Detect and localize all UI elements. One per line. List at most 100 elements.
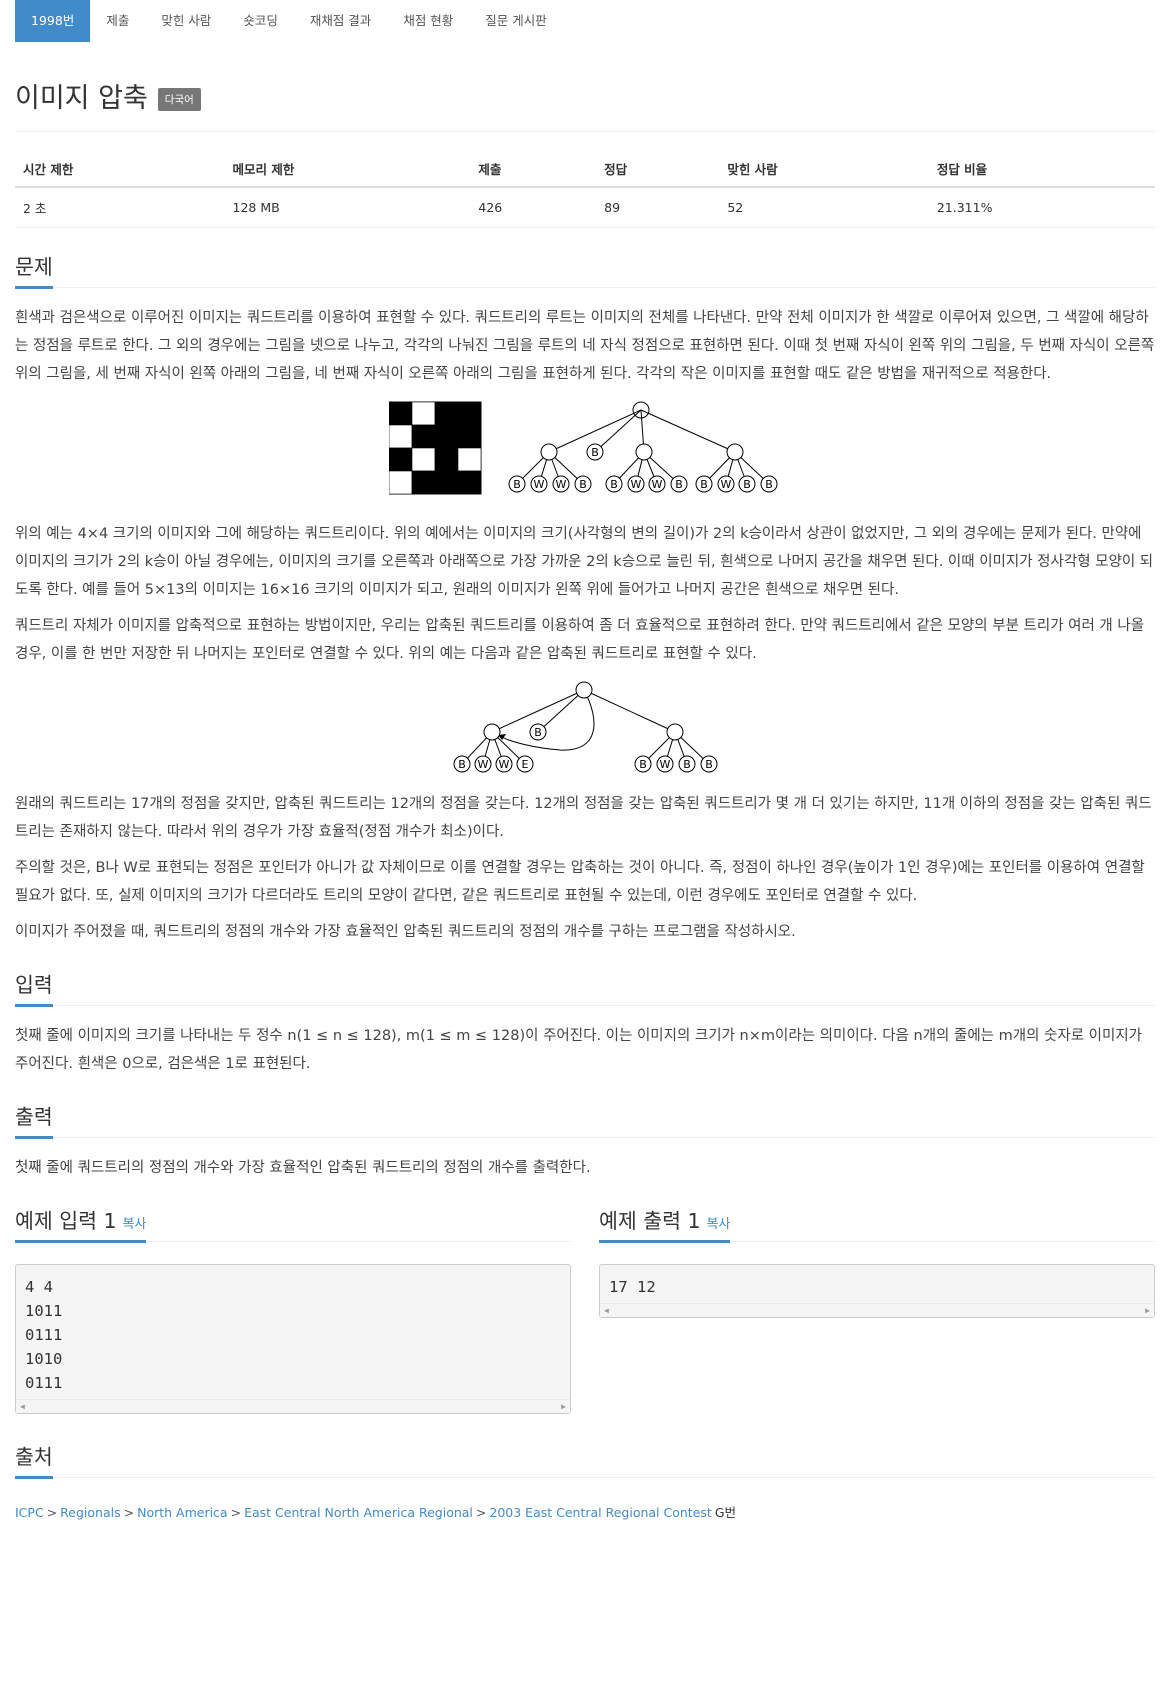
node-label: E: [522, 758, 529, 771]
image-grid-cell: [434, 401, 459, 426]
sample-output-text: 17 12: [609, 1278, 656, 1296]
info-value-cell: 21.311%: [928, 187, 1155, 228]
tab-4[interactable]: 재채점 결과: [294, 0, 387, 42]
info-header-cell: 시간 제한: [15, 150, 225, 188]
tree-internal-node: [666, 723, 684, 741]
image-grid-cell: [389, 470, 413, 495]
input-heading: 입력: [15, 968, 53, 1007]
tree-internal-node: [635, 443, 653, 461]
sample-input-copy-button[interactable]: 복사: [123, 1217, 147, 1232]
tree-internal-node: [483, 723, 501, 741]
sample-output-head: 예제 출력 1 복사: [599, 1204, 1155, 1243]
breadcrumb-separator: >: [230, 1505, 242, 1520]
source-link[interactable]: North America: [137, 1505, 228, 1520]
node-label: B: [639, 758, 647, 771]
scroll-right-icon[interactable]: ▶: [1145, 1306, 1150, 1315]
problem-paragraph-4: 원래의 쿼드트리는 17개의 정점을 갖지만, 압축된 쿼드트리는 12개의 정…: [15, 796, 1152, 840]
info-header-cell: 제출: [470, 150, 597, 188]
info-value-cell: 89: [596, 187, 720, 228]
node-label: W: [478, 758, 489, 771]
node-label: B: [700, 478, 708, 491]
scroll-left-icon[interactable]: ◀: [20, 1402, 25, 1411]
tab-2[interactable]: 맞힌 사람: [145, 0, 227, 42]
node-label: B: [610, 478, 618, 491]
tab-3[interactable]: 숏코딩: [227, 0, 294, 42]
image-grid-cell: [411, 401, 436, 426]
source-problem-number: G번: [714, 1505, 736, 1520]
tree-edge: [640, 409, 736, 453]
node-label: B: [579, 478, 587, 491]
tree-edge: [594, 409, 642, 453]
node-label: B: [591, 446, 599, 459]
sample-input-heading: 예제 입력 1 복사: [15, 1204, 147, 1243]
image-grid-cell: [457, 401, 482, 426]
samples-row: 예제 입력 1 복사 4 4 1011 0111 1010 0111 ◀ ▶ 예제…: [15, 1204, 1155, 1414]
problem-menu-tabs: 1998번 제출 맞힌 사람 숏코딩 재채점 결과 채점 현황 질문 게시판: [15, 0, 1155, 42]
input-section-head: 입력: [15, 968, 1155, 1007]
source-heading: 출처: [15, 1440, 53, 1479]
tree-edge: [583, 689, 676, 733]
source-link[interactable]: ICPC: [15, 1505, 44, 1520]
output-heading: 출력: [15, 1100, 53, 1139]
tab-5[interactable]: 채점 현황: [387, 0, 469, 42]
source-link[interactable]: 2003 East Central Regional Contest: [489, 1505, 711, 1520]
sample-input-box: 4 4 1011 0111 1010 0111 ◀ ▶: [15, 1264, 571, 1414]
tab-6[interactable]: 질문 게시판: [469, 0, 562, 42]
node-label: W: [534, 478, 545, 491]
sample-output-box: 17 12 ◀ ▶: [599, 1264, 1155, 1318]
tab-1[interactable]: 제출: [90, 0, 145, 42]
scroll-left-icon[interactable]: ◀: [604, 1306, 609, 1315]
tree-internal-node: [726, 443, 744, 461]
tree-edge: [537, 689, 585, 733]
source-section-head: 출처: [15, 1440, 1155, 1479]
sample-input-column: 예제 입력 1 복사 4 4 1011 0111 1010 0111 ◀ ▶: [15, 1204, 571, 1414]
info-value-cell: 128 MB: [224, 187, 471, 228]
image-grid-cell: [411, 447, 436, 472]
problem-section-head: 문제: [15, 250, 1155, 289]
sample-output-scrollbar[interactable]: ◀ ▶: [600, 1303, 1154, 1317]
node-label: B: [675, 478, 683, 491]
quadtree-image-and-tree: BB W W B B W W B B W B B: [389, 401, 778, 495]
output-paragraph: 첫째 줄에 쿼드트리의 정점의 개수와 가장 효율적인 압축된 쿼드트리의 정점…: [15, 1160, 591, 1176]
breadcrumb-separator: >: [475, 1505, 487, 1520]
problem-paragraph-2: 위의 예는 4×4 크기의 이미지와 그에 해당하는 쿼드트리이다. 위의 예에…: [15, 526, 1154, 598]
problem-title: 이미지 압축: [15, 83, 148, 114]
multilang-badge: 다국어: [157, 88, 201, 111]
tree-internal-node: [540, 443, 558, 461]
node-label: W: [631, 478, 642, 491]
sample-input-scrollbar[interactable]: ◀ ▶: [16, 1399, 570, 1413]
image-grid-cell: [434, 424, 459, 449]
problem-paragraph-3: 쿼드트리 자체가 이미지를 압축적으로 표현하는 방법이지만, 우리는 압축된 …: [15, 618, 1145, 662]
info-header-row: 시간 제한 메모리 제한 제출 정답 맞힌 사람 정답 비율: [15, 150, 1155, 188]
sample-output-heading: 예제 출력 1 복사: [599, 1204, 731, 1243]
pointer-curve: [499, 689, 595, 751]
source-link[interactable]: East Central North America Regional: [244, 1505, 473, 1520]
problem-title-row: 이미지 압축 다국어: [15, 76, 1155, 132]
source-link[interactable]: Regionals: [60, 1505, 120, 1520]
image-grid-cell: [411, 470, 436, 495]
scroll-right-icon[interactable]: ▶: [561, 1402, 566, 1411]
problem-paragraph-5: 주의할 것은, B나 W로 표현되는 정점은 포인터가 아니가 값 자체이므로 …: [15, 860, 1145, 904]
info-header-cell: 정답 비율: [928, 150, 1155, 188]
node-label: W: [556, 478, 567, 491]
problem-info-table: 시간 제한 메모리 제한 제출 정답 맞힌 사람 정답 비율 2 초 128 MB 426 89…: [15, 150, 1155, 228]
breadcrumb-separator: >: [123, 1505, 135, 1520]
quadtree-figure: BBWWBBWWBBWBB: [15, 400, 1155, 504]
info-header-cell: 맞힌 사람: [719, 150, 929, 188]
tab-0[interactable]: 1998번: [15, 0, 91, 42]
problem-heading: 문제: [15, 250, 53, 289]
sample-output-copy-button[interactable]: 복사: [707, 1217, 731, 1232]
input-paragraph: 첫째 줄에 이미지의 크기를 나타내는 두 정수 n(1 ≤ n ≤ 128),…: [15, 1028, 1143, 1072]
image-grid-cell: [457, 470, 482, 495]
info-value-row: 2 초 128 MB 426 89 52 21.311%: [15, 187, 1155, 228]
sample-input-head: 예제 입력 1 복사: [15, 1204, 571, 1243]
problem-paragraph-6: 이미지가 주어졌을 때, 쿼드트리의 정점의 개수와 가장 효율적인 압축된 쿼…: [15, 924, 796, 940]
image-grid-cell: [411, 424, 436, 449]
node-label: B: [765, 478, 773, 491]
node-label: B: [705, 758, 713, 771]
problem-paragraph-1: 흰색과 검은색으로 이루어진 이미지는 쿼드트리를 이용하여 표현할 수 있다.…: [15, 310, 1155, 382]
tree-root-node: [575, 681, 593, 699]
breadcrumb-separator: >: [46, 1505, 58, 1520]
image-grid-cell: [434, 447, 459, 472]
compressed-quadtree-diagram: BB W W E B W B B: [453, 681, 718, 773]
